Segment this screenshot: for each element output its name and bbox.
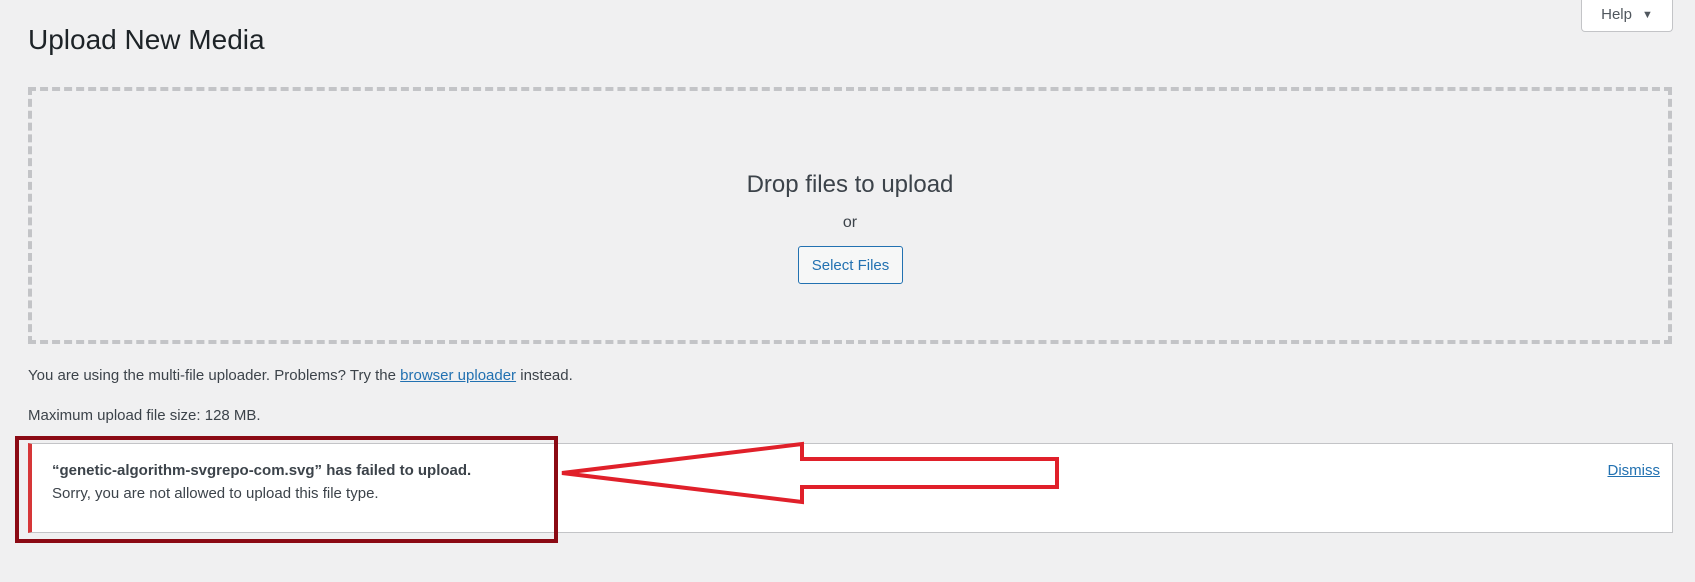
- uploader-info-prefix: You are using the multi-file uploader. P…: [28, 367, 396, 384]
- help-label: Help: [1601, 6, 1632, 23]
- uploader-info-suffix: instead.: [520, 367, 573, 384]
- upload-error-notice: “genetic-algorithm-svgrepo-com.svg” has …: [28, 443, 1673, 533]
- max-upload-size: Maximum upload file size: 128 MB.: [28, 407, 261, 424]
- page-title: Upload New Media: [28, 24, 265, 55]
- dismiss-link[interactable]: Dismiss: [1608, 461, 1661, 481]
- uploader-info: You are using the multi-file uploader. P…: [28, 366, 573, 386]
- error-filename: “genetic-algorithm-svgrepo-com.svg” has …: [52, 462, 472, 479]
- browser-uploader-link[interactable]: browser uploader: [400, 367, 516, 384]
- caret-down-icon: ▼: [1641, 8, 1653, 21]
- drop-files-title: Drop files to upload: [746, 171, 954, 198]
- error-message: Sorry, you are not allowed to upload thi…: [52, 485, 379, 502]
- select-files-button[interactable]: Select Files: [798, 246, 903, 284]
- drop-zone[interactable]: Drop files to upload or Select Files: [28, 87, 1672, 344]
- help-tab-button[interactable]: Help ▼: [1581, 0, 1673, 32]
- drop-or-text: or: [842, 214, 858, 231]
